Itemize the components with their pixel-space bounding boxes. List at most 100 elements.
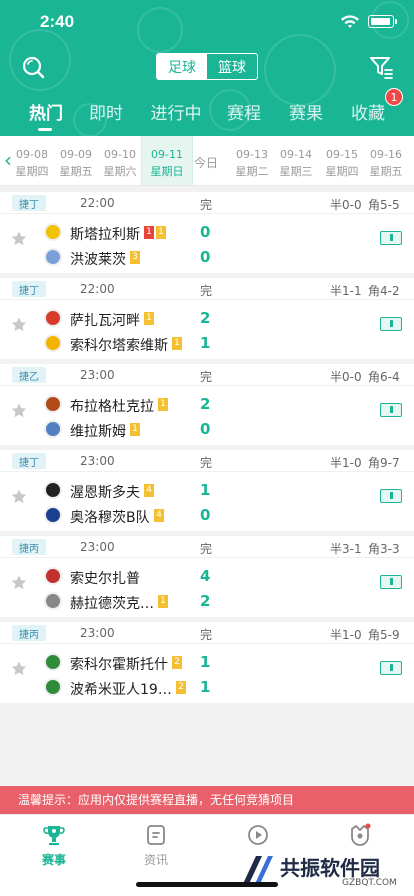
yellow-card-count: 1: [156, 226, 166, 239]
corner-score: 角5-5: [368, 198, 400, 212]
main-tabs: 热门 即时 进行中 赛程 赛果 收藏: [0, 96, 414, 136]
league-badge: 捷丙: [12, 539, 46, 555]
away-team: 维拉斯姆 1: [44, 419, 294, 441]
card-counts: 1: [158, 398, 170, 414]
nav-news[interactable]: 资讯: [126, 823, 186, 868]
home-score: 1: [200, 481, 211, 499]
live-field-icon[interactable]: [380, 661, 402, 675]
away-score: 0: [200, 420, 211, 438]
nav-video[interactable]: [228, 823, 288, 851]
tab-results[interactable]: 赛果: [286, 99, 326, 124]
card-counts: 3: [130, 251, 142, 267]
league-badge: 捷乙: [12, 367, 46, 383]
match-header: 捷丙 23:00 完 半1-0 角5-9: [0, 622, 414, 644]
team-logo-icon: [44, 506, 62, 524]
team-name: 维拉斯姆: [70, 424, 126, 440]
status-bar: 2:40: [0, 0, 414, 44]
home-team: 斯塔拉利斯 1 1: [44, 222, 294, 244]
half-score: 半1-0: [330, 456, 362, 470]
match-card[interactable]: 捷丁 22:00 完 半1-1 角4-2 萨扎瓦河畔 1 2 索科尔塔索维斯 1 1: [0, 278, 414, 359]
tab-schedule[interactable]: 赛程: [224, 99, 264, 124]
live-field-icon[interactable]: [380, 489, 402, 503]
away-score: 1: [200, 334, 211, 352]
nav-events[interactable]: 赛事: [24, 823, 84, 868]
away-team: 波希米亚人19… 2: [44, 677, 294, 699]
match-time: 22:00: [80, 282, 115, 296]
league-badge: 捷丁: [12, 281, 46, 297]
yellow-card-count: 1: [158, 595, 168, 608]
away-team: 奥洛穆茨B队 4: [44, 505, 294, 527]
home-indicator: [136, 882, 278, 887]
sport-tab-football[interactable]: 足球: [157, 54, 207, 79]
filter-icon[interactable]: [368, 54, 394, 80]
team-logo-icon: [44, 678, 62, 696]
team-name: 索科尔霍斯托什: [70, 657, 168, 673]
match-card[interactable]: 捷丁 22:00 完半0-0 角5-5 斯塔拉利斯 1 1 0 洪波莱茨 3 0: [0, 192, 414, 273]
yellow-card-count: 1: [144, 312, 154, 325]
profile-icon: [351, 823, 371, 846]
favorite-star-icon[interactable]: [10, 230, 28, 248]
team-logo-icon: [44, 420, 62, 438]
team-logo-icon: [44, 395, 62, 413]
date-item-today[interactable]: 今日: [180, 136, 232, 185]
live-field-icon[interactable]: [380, 403, 402, 417]
match-header: 捷丁 22:00 完 半1-1 角4-2: [0, 278, 414, 300]
favorite-star-icon[interactable]: [10, 402, 28, 420]
tab-in-progress[interactable]: 进行中: [148, 99, 204, 124]
news-icon: [147, 825, 165, 845]
match-card[interactable]: 捷丙 23:00 完 半3-1 角3-3 索史尔扎普 4 赫拉德茨克… 1 2: [0, 536, 414, 617]
corner-score: 角3-3: [368, 542, 400, 556]
match-status: 完: [200, 284, 213, 298]
tab-live[interactable]: 即时: [86, 99, 126, 124]
favorite-star-icon[interactable]: [10, 488, 28, 506]
team-name: 萨扎瓦河畔: [70, 313, 140, 329]
match-status: 完: [200, 456, 213, 470]
away-score: 0: [200, 248, 211, 266]
team-logo-icon: [44, 567, 62, 585]
match-card[interactable]: 捷丙 23:00 完半1-0 角5-9 索科尔霍斯托什 2 1 波希米亚人19… 2 1: [0, 622, 414, 703]
home-team: 萨扎瓦河畔 1: [44, 308, 294, 330]
match-header: 捷丙 23:00 完 半3-1 角3-3: [0, 536, 414, 558]
home-team: 渥恩斯多夫 4: [44, 480, 294, 502]
yellow-card-count: 3: [130, 251, 140, 264]
match-time: 22:00: [80, 196, 115, 210]
date-item[interactable]: 09-14 星期三: [270, 136, 322, 185]
nav-profile[interactable]: [330, 823, 390, 851]
home-score: 2: [200, 395, 211, 413]
date-item[interactable]: 09-10 星期六: [94, 136, 146, 185]
home-team: 索史尔扎普: [44, 566, 294, 588]
home-score: 2: [200, 309, 211, 327]
yellow-card-count: 2: [176, 681, 186, 694]
match-status: 完: [200, 198, 213, 212]
live-field-icon[interactable]: [380, 317, 402, 331]
team-logo-icon: [44, 653, 62, 671]
half-score: 半3-1: [330, 542, 362, 556]
sport-tab-basketball[interactable]: 篮球: [207, 54, 257, 79]
live-field-icon[interactable]: [380, 575, 402, 589]
favorite-star-icon[interactable]: [10, 316, 28, 334]
half-score: 半0-0: [330, 198, 362, 212]
match-card[interactable]: 捷乙 23:00 完 半0-0 角6-4 布拉格杜克拉 1 2 维拉斯姆 1 0: [0, 364, 414, 445]
away-score: 2: [200, 592, 211, 610]
nav-news-label: 资讯: [143, 853, 168, 867]
team-name: 布拉格杜克拉: [70, 399, 154, 415]
tab-favorites[interactable]: 收藏: [348, 99, 388, 124]
live-field-icon[interactable]: [380, 231, 402, 245]
match-status: 完: [200, 628, 213, 642]
half-score: 半1-0: [330, 628, 362, 642]
card-counts: 4: [144, 484, 156, 500]
corner-score: 角9-7: [368, 456, 400, 470]
favorite-star-icon[interactable]: [10, 660, 28, 678]
match-card[interactable]: 捷丁 23:00 完 半1-0 角9-7 渥恩斯多夫 4 1 奥洛穆茨B队 4 0: [0, 450, 414, 531]
corner-score: 角5-9: [368, 628, 400, 642]
favorite-star-icon[interactable]: [10, 574, 28, 592]
team-logo-icon: [44, 481, 62, 499]
wifi-icon: [341, 15, 359, 28]
date-item[interactable]: 09-16 星期五: [360, 136, 412, 185]
team-logo-icon: [44, 334, 62, 352]
search-icon[interactable]: [20, 54, 46, 80]
tab-hot[interactable]: 热门: [26, 99, 66, 124]
away-team: 洪波莱茨 3: [44, 247, 294, 269]
card-counts: 4: [154, 509, 166, 525]
away-team: 索科尔塔索维斯 1: [44, 333, 294, 355]
